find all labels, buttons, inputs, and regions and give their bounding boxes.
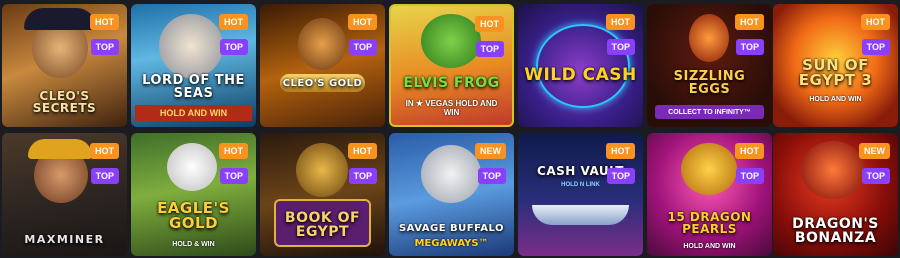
game-tile-maxminer[interactable]: MAXMINER HOT TOP: [2, 133, 127, 256]
game-subtitle: HOLD AND WIN: [809, 96, 862, 103]
game-tile-sizzling-eggs[interactable]: SIZZLING EGGS COLLECT TO INFINITY™ HOT T…: [647, 4, 772, 127]
game-tile-15-dragon-pearls[interactable]: 15 DRAGON PEARLS HOLD AND WIN HOT TOP: [647, 133, 772, 256]
game-subtitle: HOLD AND WIN: [683, 243, 736, 250]
game-subtitle: IN ★ VEGAS HOLD AND WIN: [405, 99, 498, 117]
top-badge: TOP: [606, 39, 635, 55]
top-badge: TOP: [861, 168, 890, 184]
game-tile-cleos-gold[interactable]: CLEO'S GOLD HOT TOP: [260, 4, 385, 127]
game-tile-book-of-egypt[interactable]: BOOK OF EGYPT HOT TOP: [260, 133, 385, 256]
game-tile-elvis-frog[interactable]: ELVIS FROG IN ★ VEGAS HOLD AND WIN HOT T…: [389, 4, 514, 127]
game-subtitle: HOLD & WIN: [172, 241, 215, 248]
game-grid: CLEO'S SECRETS HOT TOP LORD OF THE SEAS …: [0, 0, 900, 258]
hot-badge: HOT: [90, 14, 119, 30]
game-title: WILD CASH: [524, 65, 637, 86]
game-tile-wild-cash[interactable]: WILD CASH HOT TOP: [518, 4, 643, 127]
hot-badge: HOT: [348, 14, 377, 30]
game-title: SUN OF EGYPT 3: [798, 55, 873, 90]
top-badge: TOP: [219, 168, 248, 184]
game-subtitle: COLLECT TO INFINITY™: [655, 105, 764, 119]
hot-badge: HOT: [90, 143, 119, 159]
game-tile-dragons-bonanza[interactable]: DRAGON'S BONANZA NEW TOP: [773, 133, 898, 256]
top-badge: TOP: [477, 168, 506, 184]
game-tile-eagles-gold[interactable]: EAGLE'S GOLD HOLD & WIN HOT TOP: [131, 133, 256, 256]
game-tile-sun-of-egypt-3[interactable]: SUN OF EGYPT 3 HOLD AND WIN HOT TOP: [773, 4, 898, 127]
game-title: SIZZLING EGGS: [673, 68, 746, 98]
new-badge: NEW: [859, 143, 890, 159]
hot-badge: HOT: [606, 14, 635, 30]
top-badge: TOP: [475, 41, 504, 57]
hot-badge: HOT: [861, 14, 890, 30]
game-title: CLEO'S GOLD: [282, 77, 363, 89]
hot-badge: HOT: [219, 143, 248, 159]
game-title: BOOK OF EGYPT: [284, 209, 361, 241]
top-badge: TOP: [348, 39, 377, 55]
game-tile-cash-vault[interactable]: CASH VAULT HOLD N LINK HOT TOP: [518, 133, 643, 256]
top-badge: TOP: [861, 39, 890, 55]
hot-badge: HOT: [735, 14, 764, 30]
top-badge: TOP: [606, 168, 635, 184]
hot-badge: HOT: [219, 14, 248, 30]
game-title: 15 DRAGON PEARLS: [667, 209, 752, 237]
top-badge: TOP: [219, 39, 248, 55]
game-tile-savage-buffalo[interactable]: SAVAGE BUFFALO MEGAWAYS™ NEW TOP: [389, 133, 514, 256]
game-title: MAXMINER: [24, 233, 105, 247]
hot-badge: HOT: [475, 16, 504, 32]
hot-badge: HOT: [606, 143, 635, 159]
game-tile-lord-of-the-seas[interactable]: LORD OF THE SEAS HOLD AND WIN HOT TOP: [131, 4, 256, 127]
top-badge: TOP: [735, 39, 764, 55]
game-tile-cleos-secrets[interactable]: CLEO'S SECRETS HOT TOP: [2, 4, 127, 127]
top-badge: TOP: [735, 168, 764, 184]
game-title: CLEO'S SECRETS: [32, 88, 97, 116]
top-badge: TOP: [90, 168, 119, 184]
hot-badge: HOT: [348, 143, 377, 159]
game-subtitle: MEGAWAYS™: [414, 238, 489, 249]
game-title: LORD OF THE SEAS: [142, 72, 245, 102]
hot-badge: HOT: [735, 143, 764, 159]
game-title: ELVIS FROG: [403, 75, 500, 92]
game-title: SAVAGE BUFFALO: [398, 222, 505, 234]
game-title: DRAGON'S BONANZA: [792, 215, 879, 247]
new-badge: NEW: [475, 143, 506, 159]
game-title: EAGLE'S GOLD: [157, 198, 230, 233]
top-badge: TOP: [348, 168, 377, 184]
top-badge: TOP: [90, 39, 119, 55]
game-subtitle: HOLD AND WIN: [135, 105, 252, 121]
